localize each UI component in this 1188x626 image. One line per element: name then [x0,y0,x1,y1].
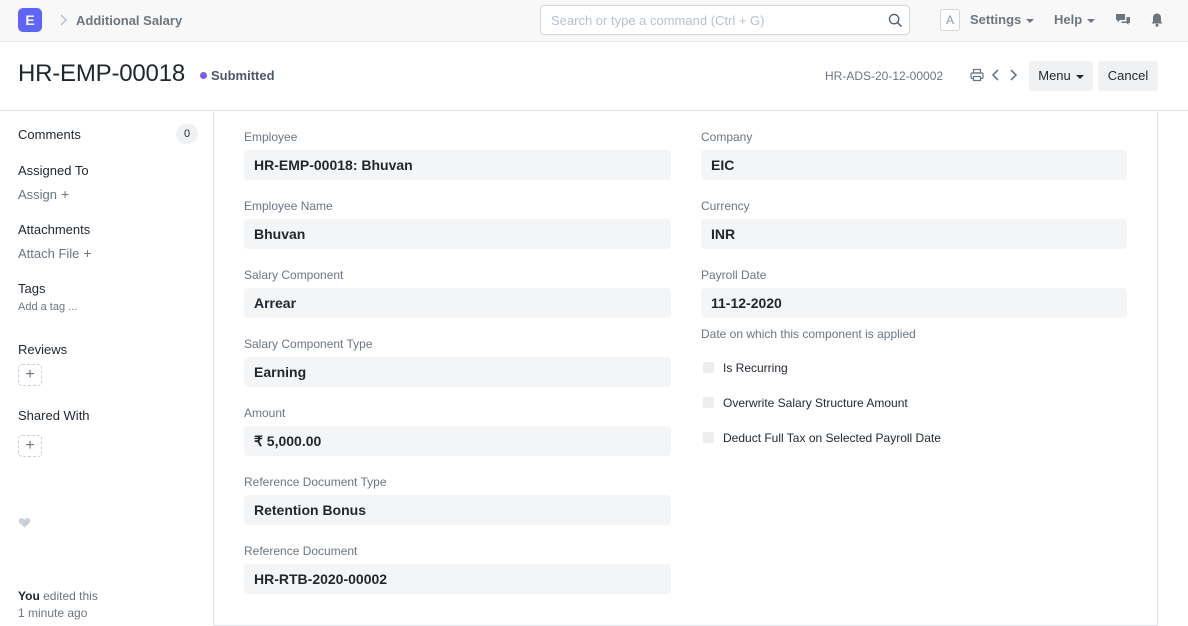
add-review-button[interactable]: + [18,364,42,386]
salary-component-type-label: Salary Component Type [244,337,373,351]
last-edit-info: You edited this 1 minute ago [18,588,98,622]
edit-action: edited this [43,589,98,603]
is-recurring-checkbox[interactable] [703,362,714,373]
breadcrumb-additional-salary[interactable]: Additional Salary [76,13,182,28]
help-menu[interactable]: Help [1054,12,1096,27]
caret-down-icon [1075,74,1084,79]
page-title: HR-EMP-00018 [18,60,185,87]
menu-button-label: Menu [1038,68,1071,83]
attachments-label: Attachments [18,222,91,237]
is-recurring-label[interactable]: Is Recurring [723,361,788,375]
chevron-right-icon[interactable] [1006,68,1020,82]
salary-component-label: Salary Component [244,268,344,282]
heart-icon[interactable] [18,516,31,529]
print-icon[interactable] [970,68,984,82]
reviews-label: Reviews [18,342,68,357]
status-badge: Submitted [211,68,275,83]
employee-label: Employee [244,130,298,144]
plus-icon: + [83,245,92,261]
salary-component-field[interactable]: Arrear [244,288,671,318]
add-share-button[interactable]: + [18,435,42,457]
caret-down-icon [1026,18,1035,23]
currency-field[interactable]: INR [701,219,1127,249]
search-placeholder: Search or type a command (Ctrl + G) [551,13,765,28]
attach-file-link[interactable]: Attach File + [18,245,92,261]
assigned-to-label: Assigned To [18,163,89,178]
overwrite-salary-structure-label[interactable]: Overwrite Salary Structure Amount [723,396,908,410]
menu-button[interactable]: Menu [1029,61,1093,91]
document-name: HR-ADS-20-12-00002 [825,69,944,83]
reference-document-label: Reference Document [244,544,358,558]
payroll-date-help-text: Date on which this component is applied [701,327,916,341]
search-icon [888,13,903,28]
shared-with-label: Shared With [18,408,90,423]
overwrite-salary-structure-checkbox[interactable] [703,397,714,408]
currency-label: Currency [701,199,750,213]
add-tag-link[interactable]: Add a tag ... [18,301,77,313]
cancel-button[interactable]: Cancel [1098,61,1158,91]
company-field[interactable]: EIC [701,150,1127,180]
assign-link[interactable]: Assign + [18,186,69,202]
chevron-right-icon [60,14,67,26]
employee-name-field[interactable]: Bhuvan [244,219,671,249]
caret-down-icon [1087,18,1096,23]
edit-user: You [18,589,40,603]
app-logo[interactable]: E [18,8,42,32]
reference-document-field[interactable]: HR-RTB-2020-00002 [244,564,671,594]
edit-time: 1 minute ago [18,606,88,620]
deduct-full-tax-checkbox[interactable] [703,432,714,443]
employee-name-label: Employee Name [244,199,333,213]
amount-field[interactable]: ₹ 5,000.00 [244,426,671,456]
attach-file-label: Attach File [18,246,80,261]
avatar[interactable]: A [940,9,960,31]
help-label: Help [1054,12,1083,27]
assign-label: Assign [18,187,58,202]
status-indicator-dot [200,72,207,79]
payroll-date-label: Payroll Date [701,268,767,282]
settings-menu[interactable]: Settings [970,12,1035,27]
reference-document-type-label: Reference Document Type [244,475,387,489]
payroll-date-field[interactable]: 11-12-2020 [701,288,1127,318]
salary-component-type-field[interactable]: Earning [244,357,671,387]
settings-label: Settings [970,12,1022,27]
amount-label: Amount [244,406,286,420]
bell-icon[interactable] [1149,12,1165,28]
comments-count-badge: 0 [176,124,198,144]
chat-icon[interactable] [1115,12,1131,28]
company-label: Company [701,130,753,144]
search-input[interactable]: Search or type a command (Ctrl + G) [540,5,910,35]
plus-icon: + [61,186,70,202]
deduct-full-tax-label[interactable]: Deduct Full Tax on Selected Payroll Date [723,431,941,445]
reference-document-type-field[interactable]: Retention Bonus [244,495,671,525]
navbar: E Additional Salary Search or type a com… [0,0,1188,42]
tags-label: Tags [18,281,46,296]
chevron-left-icon[interactable] [989,68,1003,82]
comments-label[interactable]: Comments [18,127,81,142]
employee-field[interactable]: HR-EMP-00018: Bhuvan [244,150,671,180]
